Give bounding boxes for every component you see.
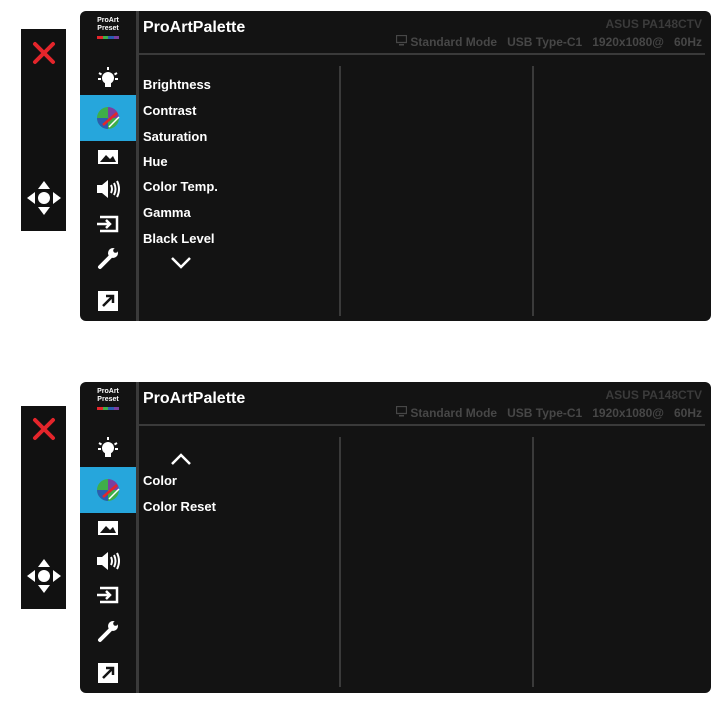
status-input: USB Type-C1 xyxy=(507,35,583,49)
menu-item-gamma[interactable]: Gamma xyxy=(143,205,191,220)
menu-item-color-temp[interactable]: Color Temp. xyxy=(143,179,218,194)
status-mode: Standard Mode xyxy=(410,35,498,49)
control-keys-panel-1 xyxy=(21,29,66,231)
proart-preset-logo[interactable]: ProArt Preset xyxy=(80,388,136,410)
menu-item-color-reset[interactable]: Color Reset xyxy=(143,499,216,514)
column-divider xyxy=(339,437,341,687)
status-refresh: 60Hz xyxy=(673,35,702,49)
shortcut-icon[interactable] xyxy=(80,656,136,690)
menu-title: ProArtPalette xyxy=(143,19,246,36)
five-way-navigation-icon[interactable] xyxy=(21,555,66,597)
scroll-down-icon[interactable] xyxy=(170,256,192,275)
osd-menu-panel-2: ProArt Preset ProArtPalette ASUS PA148CT… xyxy=(80,382,711,693)
monitor-icon xyxy=(396,405,408,420)
status-input: USB Type-C1 xyxy=(507,406,583,420)
control-keys-panel-2 xyxy=(21,406,66,609)
proart-preset-logo[interactable]: ProArt Preset xyxy=(80,17,136,39)
five-way-navigation-icon[interactable] xyxy=(21,177,66,219)
model-name: ASUS PA148CTV xyxy=(605,388,702,402)
proart-palette-icon[interactable] xyxy=(80,95,136,141)
proart-palette-icon[interactable] xyxy=(80,467,136,513)
column-divider xyxy=(532,66,534,316)
column-divider xyxy=(339,66,341,316)
header-divider xyxy=(139,424,705,426)
input-select-icon[interactable] xyxy=(80,578,136,612)
menu-item-brightness[interactable]: Brightness xyxy=(143,77,211,92)
menu-item-black-level[interactable]: Black Level xyxy=(143,231,215,246)
scroll-up-icon[interactable] xyxy=(170,452,192,471)
menu-item-color[interactable]: Color xyxy=(143,473,177,488)
monitor-icon xyxy=(396,34,408,49)
input-select-icon[interactable] xyxy=(80,207,136,241)
status-mode: Standard Mode xyxy=(410,406,498,420)
sidebar-divider xyxy=(136,382,139,693)
status-bar: Standard Mode USB Type-C1 1920x1080@ 60H… xyxy=(396,34,702,49)
shortcut-icon[interactable] xyxy=(80,284,136,318)
column-divider xyxy=(532,437,534,687)
menu-title: ProArtPalette xyxy=(143,390,246,407)
status-refresh: 60Hz xyxy=(673,406,702,420)
header-divider xyxy=(139,53,705,55)
status-bar: Standard Mode USB Type-C1 1920x1080@ 60H… xyxy=(396,405,702,420)
sidebar-divider xyxy=(136,11,139,321)
osd-sidebar: ProArt Preset xyxy=(80,382,136,693)
status-resolution: 1920x1080@ xyxy=(592,406,664,420)
sound-icon[interactable] xyxy=(80,172,136,206)
status-resolution: 1920x1080@ xyxy=(592,35,664,49)
menu-item-saturation[interactable]: Saturation xyxy=(143,129,207,144)
sound-icon[interactable] xyxy=(80,544,136,578)
image-icon[interactable] xyxy=(80,511,136,545)
menu-item-hue[interactable]: Hue xyxy=(143,154,168,169)
blue-light-filter-icon[interactable] xyxy=(80,430,136,464)
close-icon[interactable] xyxy=(21,411,66,447)
system-setup-icon[interactable] xyxy=(80,614,136,648)
osd-menu-panel-1: ProArt Preset ProArtPalette ASUS PA148CT… xyxy=(80,11,711,321)
osd-sidebar: ProArt Preset xyxy=(80,11,136,321)
blue-light-filter-icon[interactable] xyxy=(80,60,136,94)
menu-item-contrast[interactable]: Contrast xyxy=(143,103,196,118)
system-setup-icon[interactable] xyxy=(80,241,136,275)
image-icon[interactable] xyxy=(80,140,136,174)
model-name: ASUS PA148CTV xyxy=(605,17,702,31)
close-icon[interactable] xyxy=(21,35,66,71)
